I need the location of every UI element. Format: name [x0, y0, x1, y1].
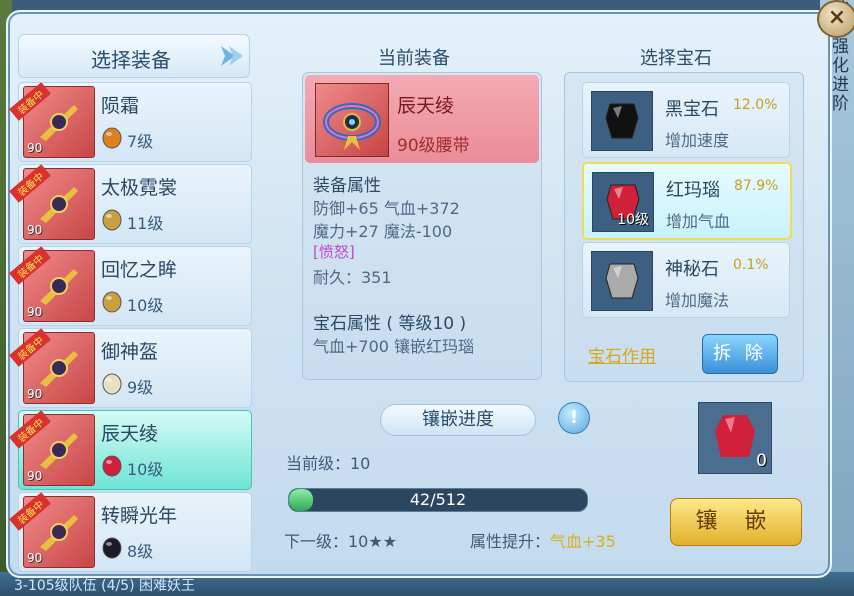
gem-attr-line: 气血+700 镶嵌红玛瑙 — [313, 337, 475, 356]
gem-select-title: 选择宝石 — [640, 48, 712, 69]
gem-option[interactable]: 10级 红玛瑙 87.9% 增加气血 — [582, 162, 792, 240]
gem-option-desc: 增加气血 — [666, 212, 731, 231]
equipment-name: 太极霓裳 — [101, 177, 178, 199]
current-equipment-type: 90级腰带 — [397, 136, 470, 156]
equipment-special: [愤怒] — [313, 243, 355, 261]
gem-option-desc: 增加魔法 — [665, 291, 730, 310]
gem-option[interactable]: 黑宝石 12.0% 增加速度 — [582, 82, 790, 158]
gem-level: 10级 — [127, 460, 164, 479]
equipment-level: 90 — [27, 223, 43, 237]
equipped-badge: 装备中 — [9, 246, 51, 285]
attr-boost: 属性提升：气血+35 — [470, 528, 616, 552]
equipment-level: 90 — [27, 141, 43, 155]
equipment-item[interactable]: 90 装备中 御神盔 9级 — [9, 328, 252, 408]
team-status-text: 3-105级队伍 (4/5) 困难妖王 — [14, 578, 196, 594]
equipment-attr-line-1: 防御+65 气血+372 — [313, 199, 460, 218]
gem-option-rate: 12.0% — [733, 97, 778, 113]
red-agate-icon — [715, 415, 755, 457]
equipment-item[interactable]: 90 装备中 陨霜 7级 — [9, 82, 252, 162]
gem-option-rate: 87.9% — [734, 178, 779, 194]
gem-effect-link[interactable]: 宝石作用 — [588, 342, 656, 367]
current-equipment-header: 辰天绫 90级腰带 — [305, 75, 539, 163]
belt-icon — [315, 83, 389, 157]
current-equipment-card: 辰天绫 90级腰带 装备属性 防御+65 气血+372 魔力+27 魔法-100… — [302, 72, 542, 380]
gem-option-desc: 增加速度 — [665, 131, 730, 150]
equipment-attr-title: 装备属性 — [313, 176, 381, 196]
gem-icon — [102, 537, 122, 559]
equipment-name: 御神盔 — [101, 341, 159, 363]
equipped-badge: 装备中 — [9, 328, 51, 367]
equipment-name: 转瞬光年 — [101, 505, 178, 527]
current-equipment-name: 辰天绫 — [397, 95, 455, 117]
equipment-attr-line-2: 魔力+27 魔法-100 — [313, 222, 453, 241]
current-level-text: 当前级：10 — [286, 454, 371, 473]
equipment-name: 回忆之眸 — [101, 259, 178, 281]
gem-level: 11级 — [127, 214, 164, 233]
progress-bar-text: 42/512 — [409, 490, 467, 509]
gem-option-icon — [591, 91, 653, 151]
gem-slot-count: 0 — [756, 451, 767, 471]
gem-attr-title: 宝石属性 ( 等级10 ) — [313, 314, 467, 334]
chevron-right-icon[interactable] — [215, 41, 245, 71]
gem-option-name: 神秘石 — [665, 259, 719, 280]
equipment-durability: 耐久：351 — [313, 268, 392, 287]
gem-option-icon: 10级 — [592, 172, 654, 232]
close-button[interactable]: × — [817, 0, 854, 38]
gem-icon — [102, 373, 122, 395]
gem-option-name: 黑宝石 — [665, 99, 719, 120]
gem-icon — [102, 209, 122, 231]
equipped-badge: 装备中 — [9, 492, 51, 531]
gem-icon — [102, 455, 122, 477]
attr-boost-label: 属性提升： — [470, 532, 551, 551]
equipped-badge: 装备中 — [9, 410, 51, 449]
equipment-level: 90 — [27, 469, 43, 483]
close-icon: × — [827, 5, 847, 30]
gem-option-name: 红玛瑙 — [666, 180, 720, 201]
equipment-name: 陨霜 — [101, 95, 140, 117]
equipment-level: 90 — [27, 387, 43, 401]
gem-option[interactable]: 神秘石 0.1% 增加魔法 — [582, 242, 790, 318]
next-level-text: 下一级：10★★ — [284, 532, 398, 551]
inlay-progress-title: 镶嵌进度 — [380, 404, 536, 436]
attr-boost-value: 气血+35 — [550, 532, 616, 551]
gem-level: 9级 — [127, 378, 154, 397]
current-equipment-title: 当前装备 — [378, 48, 450, 69]
equipped-badge: 装备中 — [9, 164, 51, 203]
gem-icon — [102, 127, 122, 149]
equipment-item[interactable]: 90 装备中 辰天绫 10级 — [9, 410, 252, 490]
gem-level: 8级 — [127, 542, 154, 561]
gem-icon — [102, 291, 122, 313]
equipment-list-header: 选择装备 — [18, 34, 250, 78]
progress-bar: 42/512 — [288, 488, 588, 512]
gem-slot[interactable]: 0 — [698, 402, 772, 474]
equipment-name: 辰天绫 — [101, 423, 159, 445]
gem-option-icon — [591, 251, 653, 311]
gem-option-level: 10级 — [617, 212, 649, 228]
equipment-item[interactable]: 90 装备中 回忆之眸 10级 — [9, 246, 252, 326]
info-icon[interactable]: ! — [558, 402, 590, 434]
equipment-level: 90 — [27, 305, 43, 319]
equipped-badge: 装备中 — [9, 82, 51, 121]
equipment-item[interactable]: 90 装备中 太极霓裳 11级 — [9, 164, 252, 244]
equipment-list-title: 选择装备 — [91, 48, 171, 72]
gem-level: 10级 — [127, 296, 164, 315]
equipment-item[interactable]: 90 装备中 转瞬光年 8级 — [9, 492, 252, 572]
gem-option-rate: 0.1% — [733, 257, 769, 273]
equipment-level: 90 — [27, 551, 43, 565]
gem-level: 7级 — [127, 132, 154, 151]
inlay-button[interactable]: 镶 嵌 — [670, 498, 802, 546]
remove-button[interactable]: 拆 除 — [702, 334, 778, 374]
